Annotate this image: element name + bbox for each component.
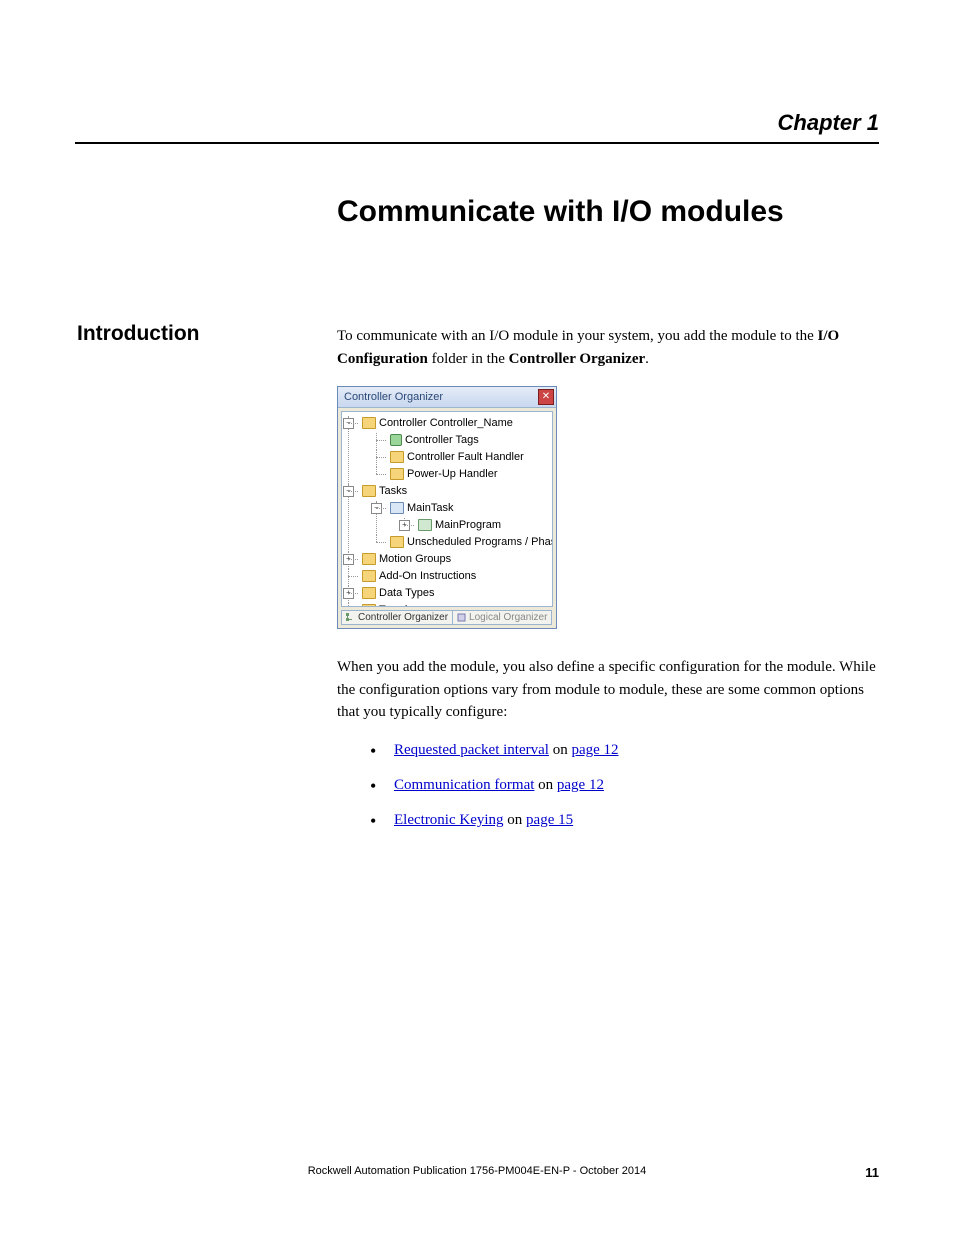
tree-tasks[interactable]: Tasks: [379, 484, 407, 498]
link-page-15[interactable]: page 15: [526, 812, 573, 828]
expand-icon[interactable]: +: [343, 554, 354, 565]
tree-controller-tags[interactable]: Controller Tags: [405, 433, 479, 447]
body-paragraph-2: When you add the module, you also define…: [337, 656, 879, 724]
bullet-text: on: [549, 742, 572, 758]
section-heading-introduction: Introduction: [77, 322, 199, 346]
bullet-text: on: [534, 777, 557, 793]
intro-text-2: folder in the: [428, 351, 509, 367]
folder-icon: [390, 536, 404, 548]
page-title: Communicate with I/O modules: [337, 195, 784, 229]
tree-addon[interactable]: Add-On Instructions: [379, 569, 476, 583]
folder-icon: [362, 417, 376, 429]
expand-icon[interactable]: +: [343, 588, 354, 599]
close-icon[interactable]: ✕: [538, 389, 554, 405]
folder-icon: [362, 570, 376, 582]
folder-icon: [362, 587, 376, 599]
tree-motion-groups[interactable]: Motion Groups: [379, 552, 451, 566]
tree-unscheduled[interactable]: Unscheduled Programs / Phases: [407, 535, 553, 549]
folder-icon: [362, 604, 376, 607]
link-page-12b[interactable]: page 12: [557, 777, 604, 793]
tab-controller-organizer[interactable]: Controller Organizer: [341, 610, 453, 625]
expand-icon[interactable]: +: [399, 520, 410, 531]
link-ekeying[interactable]: Electronic Keying: [394, 812, 504, 828]
expand-icon[interactable]: −: [371, 503, 382, 514]
expand-icon[interactable]: −: [343, 486, 354, 497]
tab-inactive-label: Logical Organizer: [469, 612, 547, 623]
folder-icon: [390, 468, 404, 480]
controller-organizer-panel: Controller Organizer ✕ − Controller Cont…: [337, 386, 557, 629]
tag-icon: [390, 434, 402, 446]
chapter-label: Chapter 1: [75, 110, 879, 136]
header-rule: [75, 142, 879, 144]
intro-bold-2: Controller Organizer: [509, 351, 646, 367]
tree-view[interactable]: − Controller Controller_Name Controller …: [341, 411, 553, 607]
folder-icon: [362, 485, 376, 497]
tree-mainprogram[interactable]: MainProgram: [435, 518, 501, 532]
tree-powerup-handler[interactable]: Power-Up Handler: [407, 467, 497, 481]
panel-title-text: Controller Organizer: [344, 391, 443, 403]
program-icon: [418, 519, 432, 531]
model-icon: [457, 613, 466, 622]
page-footer: Rockwell Automation Publication 1756-PM0…: [75, 1165, 879, 1180]
folder-icon: [362, 553, 376, 565]
task-icon: [390, 502, 404, 514]
bullet-item-ekeying: Electronic Keying on page 15: [370, 810, 879, 831]
intro-text-1: To communicate with an I/O module in you…: [337, 328, 818, 344]
footer-page-number: 11: [839, 1165, 879, 1180]
intro-paragraph: To communicate with an I/O module in you…: [337, 325, 879, 370]
folder-icon: [390, 451, 404, 463]
intro-text-3: .: [645, 351, 649, 367]
bullet-text: on: [504, 812, 527, 828]
tree-trends[interactable]: Trends: [379, 603, 413, 607]
tree-icon: [346, 613, 355, 622]
link-rpi[interactable]: Requested packet interval: [394, 742, 549, 758]
tree-data-types[interactable]: Data Types: [379, 586, 434, 600]
tree-root[interactable]: Controller Controller_Name: [379, 416, 513, 430]
footer-publication: Rockwell Automation Publication 1756-PM0…: [115, 1165, 839, 1180]
tab-logical-organizer[interactable]: Logical Organizer: [453, 610, 552, 625]
tree-maintask[interactable]: MainTask: [407, 501, 453, 515]
link-page-12a[interactable]: page 12: [571, 742, 618, 758]
expand-icon[interactable]: −: [343, 418, 354, 429]
link-commformat[interactable]: Communication format: [394, 777, 534, 793]
panel-titlebar: Controller Organizer ✕: [338, 387, 556, 408]
panel-tabs: Controller Organizer Logical Organizer: [341, 610, 553, 625]
bullet-list: Requested packet interval on page 12 Com…: [370, 740, 879, 845]
bullet-item-rpi: Requested packet interval on page 12: [370, 740, 879, 761]
tree-fault-handler[interactable]: Controller Fault Handler: [407, 450, 524, 464]
bullet-item-commformat: Communication format on page 12: [370, 775, 879, 796]
tab-active-label: Controller Organizer: [358, 612, 448, 623]
